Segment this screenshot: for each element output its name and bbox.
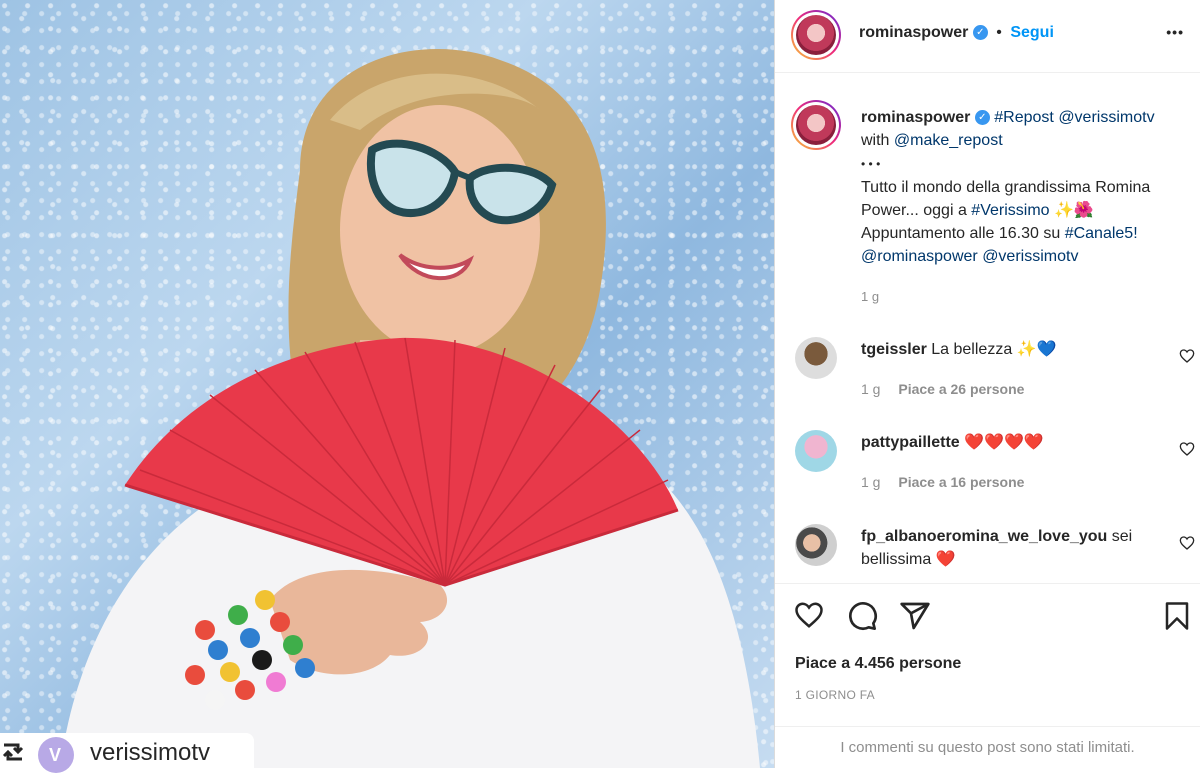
comment-time: 1 g bbox=[861, 381, 881, 397]
comment-text: La bellezza bbox=[931, 341, 1013, 358]
likes-count[interactable]: Piace a 4.456 persone bbox=[795, 655, 961, 673]
hashtag-verissimo[interactable]: #Verissimo bbox=[971, 202, 1049, 219]
caption-username[interactable]: rominaspower bbox=[861, 109, 970, 126]
share-icon[interactable] bbox=[899, 600, 931, 632]
like-heart-icon[interactable] bbox=[793, 600, 825, 630]
comment-meta: 1 g Piace a 26 persone bbox=[861, 381, 1024, 397]
mention-rominaspower[interactable]: @rominaspower bbox=[861, 248, 978, 265]
comment: tgeissler La bellezza ✨💙 1 g Piace a 26 … bbox=[795, 337, 1195, 407]
post-photo-illustration bbox=[60, 49, 760, 768]
comments-limited-notice: I commenti su questo post sono stati lim… bbox=[775, 726, 1200, 769]
comment-emojis: ❤️ bbox=[935, 551, 956, 568]
follow-button[interactable]: Segui bbox=[1010, 24, 1054, 41]
post-image[interactable] bbox=[0, 0, 774, 768]
bookmark-icon[interactable] bbox=[1162, 600, 1192, 632]
comment: pattypaillette ❤️❤️❤️❤️ 1 g Piace a 16 p… bbox=[795, 430, 1195, 500]
comment-like-icon[interactable] bbox=[1179, 348, 1195, 364]
header-user: rominaspower ✓ • Segui bbox=[859, 24, 1054, 42]
comment-meta: 1 g Piace a 16 persone bbox=[861, 474, 1024, 490]
comment-likes[interactable]: Piace a 26 persone bbox=[898, 381, 1024, 397]
comment-time: 1 g bbox=[861, 474, 881, 490]
comment-body: pattypaillette ❤️❤️❤️❤️ bbox=[861, 431, 1161, 454]
commenter-avatar[interactable] bbox=[795, 524, 837, 566]
comment-username[interactable]: fp_albanoeromina_we_love_you bbox=[861, 528, 1107, 545]
hashtag-repost[interactable]: #Repost bbox=[994, 109, 1054, 126]
comment-body: fp_albanoeromina_we_love_you sei belliss… bbox=[861, 525, 1161, 571]
comment-emojis: ✨💙 bbox=[1016, 341, 1057, 358]
comment-bubble-icon[interactable] bbox=[846, 600, 878, 632]
caption-emojis: ✨🌺 bbox=[1054, 202, 1094, 219]
comment-likes[interactable]: Piace a 16 persone bbox=[898, 474, 1024, 490]
comment-body: tgeissler La bellezza ✨💙 bbox=[861, 338, 1161, 361]
verified-icon: ✓ bbox=[972, 25, 988, 41]
post-sidebar: rominaspower ✓ • Segui ••• rominaspower … bbox=[775, 0, 1200, 768]
caption-avatar[interactable] bbox=[791, 100, 841, 150]
caption-line2: Appuntamento alle 16.30 su bbox=[861, 225, 1065, 242]
post-header: rominaspower ✓ • Segui ••• bbox=[775, 0, 1200, 73]
comment-username[interactable]: tgeissler bbox=[861, 341, 927, 358]
mention-make-repost[interactable]: @make_repost bbox=[894, 132, 1003, 149]
caption-dots: • • • bbox=[861, 157, 881, 171]
comment-emojis: ❤️❤️❤️❤️ bbox=[964, 434, 1044, 451]
repost-icon bbox=[2, 743, 24, 761]
commenter-avatar[interactable] bbox=[795, 337, 837, 379]
repost-watermark: V verissimotv bbox=[0, 733, 254, 773]
avatar[interactable] bbox=[791, 10, 841, 60]
watermark-handle: verissimotv bbox=[90, 739, 211, 766]
verified-icon: ✓ bbox=[974, 110, 990, 126]
caption: rominaspower ✓ #Repost @verissimotv with… bbox=[861, 106, 1191, 268]
comment-username[interactable]: pattypaillette bbox=[861, 434, 960, 451]
more-options-icon[interactable]: ••• bbox=[1166, 24, 1184, 40]
comment-like-icon[interactable] bbox=[1179, 535, 1195, 551]
caption-with: with bbox=[861, 132, 890, 149]
comment: fp_albanoeromina_we_love_you sei belliss… bbox=[795, 524, 1195, 574]
mention-verissimotv-2[interactable]: @verissimotv bbox=[982, 248, 1078, 265]
post-date: 1 GIORNO FA bbox=[795, 688, 875, 702]
caption-time: 1 g bbox=[861, 289, 880, 304]
commenter-avatar[interactable] bbox=[795, 430, 837, 472]
hashtag-canale5[interactable]: #Canale5! bbox=[1065, 225, 1138, 242]
comment-like-icon[interactable] bbox=[1179, 441, 1195, 457]
action-bar bbox=[775, 583, 1200, 630]
mention-verissimotv[interactable]: @verissimotv bbox=[1058, 109, 1154, 126]
header-username[interactable]: rominaspower bbox=[859, 24, 968, 41]
separator-dot: • bbox=[996, 24, 1002, 41]
